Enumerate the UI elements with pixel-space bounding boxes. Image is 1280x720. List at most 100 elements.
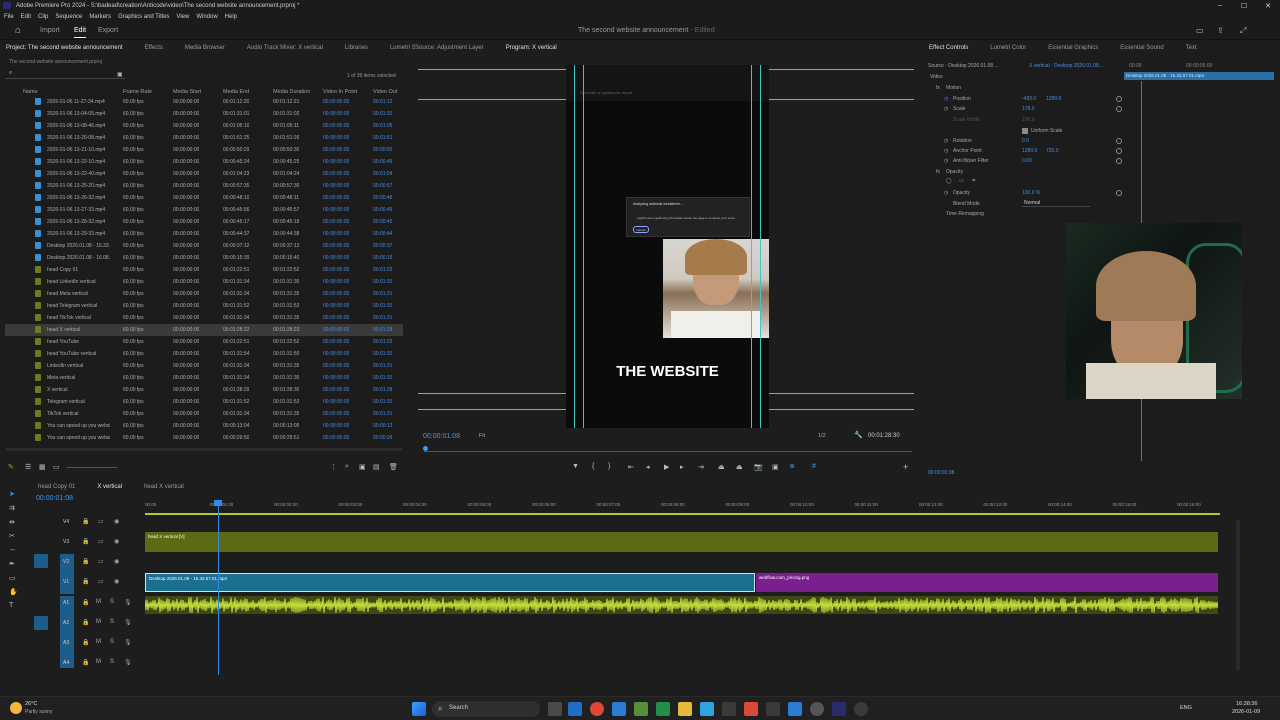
track-select-tool-icon[interactable]: ⇉ bbox=[9, 504, 15, 512]
step-forward-icon[interactable]: ▸ bbox=[680, 463, 684, 471]
guides-icon[interactable]: # bbox=[812, 463, 816, 470]
premiere-taskbar-icon[interactable] bbox=[832, 702, 846, 716]
mute-icon[interactable]: M bbox=[96, 639, 101, 645]
project-list-item[interactable]: 2026-01-06 13-21-10.mp4 60.00 fps 00:00:00… bbox=[5, 144, 403, 156]
eye-icon[interactable]: ◉ bbox=[114, 558, 119, 565]
tab-lumetri-color[interactable]: Lumetri Color bbox=[990, 45, 1026, 51]
mic-icon[interactable]: 🎙 bbox=[124, 639, 132, 646]
list-view-icon[interactable]: ☰ bbox=[25, 463, 31, 471]
eye-icon[interactable]: ◉ bbox=[114, 518, 119, 525]
mute-icon[interactable]: M bbox=[96, 599, 101, 605]
freeform-view-icon[interactable]: ▭ bbox=[53, 463, 60, 471]
taskbar-search[interactable]: ⌕ Search bbox=[432, 701, 540, 717]
app-icon[interactable] bbox=[854, 702, 868, 716]
edge-icon[interactable] bbox=[612, 702, 626, 716]
ec-opacity-section[interactable]: Opacity bbox=[946, 169, 963, 175]
stopwatch-icon[interactable]: ◷ bbox=[944, 148, 948, 154]
project-list-item[interactable]: Telegram vertical 60.00 fps 00:00:00:00 00:… bbox=[5, 396, 403, 408]
program-scrubber[interactable] bbox=[424, 451, 912, 452]
hand-tool-icon[interactable]: ✋ bbox=[9, 588, 18, 596]
safe-margins-icon[interactable]: ⧈ bbox=[790, 463, 794, 471]
share-icon[interactable]: ⇪ bbox=[1217, 26, 1224, 35]
ec-opacity-value[interactable]: 100.0 % bbox=[1022, 190, 1040, 196]
explorer-icon[interactable] bbox=[678, 702, 692, 716]
vscode-icon[interactable] bbox=[788, 702, 802, 716]
menu-sequence[interactable]: Sequence bbox=[55, 14, 82, 20]
tab-essential-graphics[interactable]: Essential Graphics bbox=[1048, 45, 1098, 51]
fit-dropdown[interactable]: Fit bbox=[479, 433, 485, 439]
lock-icon[interactable]: 🔒 bbox=[82, 639, 89, 646]
tab-source[interactable]: Source: Adjustment Layer bbox=[415, 45, 484, 51]
tab-program[interactable]: Program: X vertical bbox=[506, 45, 557, 51]
mute-icon[interactable]: M bbox=[96, 619, 101, 625]
eye-icon[interactable]: ◉ bbox=[114, 538, 119, 545]
extract-icon[interactable]: ⏏ bbox=[736, 463, 743, 471]
menu-markers[interactable]: Markers bbox=[89, 14, 111, 20]
play-icon[interactable]: ▶ bbox=[664, 463, 669, 471]
track-target-a[interactable] bbox=[60, 596, 74, 668]
project-list-item[interactable]: 2026-01-06 13-27-33.mp4 60.00 fps 00:00:00… bbox=[5, 204, 403, 216]
audio-clip-a1[interactable] bbox=[144, 596, 1219, 614]
new-bin-icon[interactable]: ▣ bbox=[117, 71, 123, 78]
excel-icon[interactable] bbox=[656, 702, 670, 716]
home-icon[interactable]: ⌂ bbox=[15, 25, 21, 36]
ec-motion[interactable]: Motion bbox=[946, 85, 961, 91]
timeline-timecode[interactable]: 00:00:01:08 bbox=[36, 495, 73, 502]
project-scrollbar[interactable] bbox=[5, 448, 403, 451]
stopwatch-icon[interactable]: ◷ bbox=[944, 158, 948, 164]
col-media-duration[interactable]: Media Duration bbox=[273, 89, 310, 95]
project-list-item[interactable]: X vertical 60.00 fps 00:00:00:00 00:01:28:2… bbox=[5, 384, 403, 396]
tab-edit[interactable]: Edit bbox=[74, 27, 87, 38]
tab-import[interactable]: Import bbox=[40, 27, 60, 34]
menu-help[interactable]: Help bbox=[225, 14, 237, 20]
reset-icon[interactable] bbox=[1116, 148, 1122, 154]
project-list-item[interactable]: 2026-01-06 13-20-08.mp4 60.00 fps 00:00:00… bbox=[5, 132, 403, 144]
toggle-sync-icon[interactable]: ▭ bbox=[98, 538, 104, 545]
reset-icon[interactable] bbox=[1116, 138, 1122, 144]
menu-graphics[interactable]: Graphics and Titles bbox=[118, 14, 169, 20]
ec-position-x[interactable]: -493.0 bbox=[1022, 96, 1036, 102]
project-search-input[interactable]: ⌕ bbox=[5, 69, 125, 79]
project-list-item[interactable]: head Meta vertical 60.00 fps 00:00:00:00 00… bbox=[5, 288, 403, 300]
ec-scale-value[interactable]: 178.0 bbox=[1022, 106, 1035, 112]
go-to-out-icon[interactable]: ⇥ bbox=[698, 463, 704, 471]
outlook-icon[interactable] bbox=[568, 702, 582, 716]
tab-effect-controls[interactable]: Effect Controls bbox=[929, 45, 968, 51]
resolution-dropdown[interactable]: 1/2 bbox=[818, 433, 826, 439]
trash-icon[interactable]: 🗑 bbox=[389, 463, 398, 471]
button-editor-icon[interactable]: + bbox=[903, 462, 908, 472]
stopwatch-icon[interactable]: ◷ bbox=[944, 96, 948, 102]
rect-mask-icon[interactable]: ▭ bbox=[959, 178, 964, 184]
mark-out-icon[interactable]: } bbox=[608, 463, 610, 470]
fullscreen-icon[interactable]: ⤢ bbox=[1240, 26, 1246, 36]
tab-project[interactable]: Project: The second website announcement bbox=[6, 45, 123, 51]
menu-file[interactable]: File bbox=[4, 14, 14, 20]
razor-tool-icon[interactable]: ✂ bbox=[9, 532, 15, 540]
ec-source[interactable]: Source · Desktop 2026.01.08 ... bbox=[928, 63, 999, 69]
project-list-item[interactable]: 2026-01-06 13-28-32.mp4 60.00 fps 00:00:00… bbox=[5, 216, 403, 228]
pen-tool-icon[interactable]: ✒ bbox=[9, 560, 15, 568]
blend-mode-dropdown[interactable]: Normal bbox=[1022, 199, 1090, 207]
program-timecode[interactable]: 00:00:01:08 bbox=[423, 433, 460, 440]
close-button[interactable]: ✕ bbox=[1256, 0, 1280, 11]
stopwatch-icon[interactable]: ◷ bbox=[944, 106, 948, 112]
language-indicator[interactable]: ENG bbox=[1180, 705, 1192, 711]
project-list-item[interactable]: Desktop 2026.01.08 - 15.33. 60.00 fps 00:0… bbox=[5, 240, 403, 252]
rectangle-tool-icon[interactable]: ▭ bbox=[9, 574, 16, 582]
project-list-item[interactable]: head YouTube vertical 60.00 fps 00:00:00:0… bbox=[5, 348, 403, 360]
lift-icon[interactable]: ⏏ bbox=[718, 463, 725, 471]
project-list-item[interactable]: head X vertical 60.00 fps 00:00:00:00 00:01… bbox=[5, 324, 403, 336]
zoom-slider[interactable] bbox=[67, 467, 117, 468]
tab-libraries[interactable]: Libraries bbox=[345, 45, 368, 51]
export-frame-icon[interactable]: 📷 bbox=[754, 463, 763, 471]
reset-icon[interactable] bbox=[1116, 190, 1122, 196]
menu-edit[interactable]: Edit bbox=[21, 14, 31, 20]
solo-icon[interactable]: S bbox=[110, 659, 114, 665]
toggle-sync-icon[interactable]: ▭ bbox=[98, 578, 104, 585]
project-list-item[interactable]: 2026-01-06 13-22-10.mp4 60.00 fps 00:00:00… bbox=[5, 156, 403, 168]
selection-tool-icon[interactable]: ➤ bbox=[9, 490, 15, 498]
type-tool-icon[interactable]: T bbox=[9, 602, 13, 609]
tab-lumetri-scopes[interactable]: Lumetri S bbox=[390, 45, 416, 51]
solo-icon[interactable]: S bbox=[110, 639, 114, 645]
solo-icon[interactable]: S bbox=[110, 619, 114, 625]
